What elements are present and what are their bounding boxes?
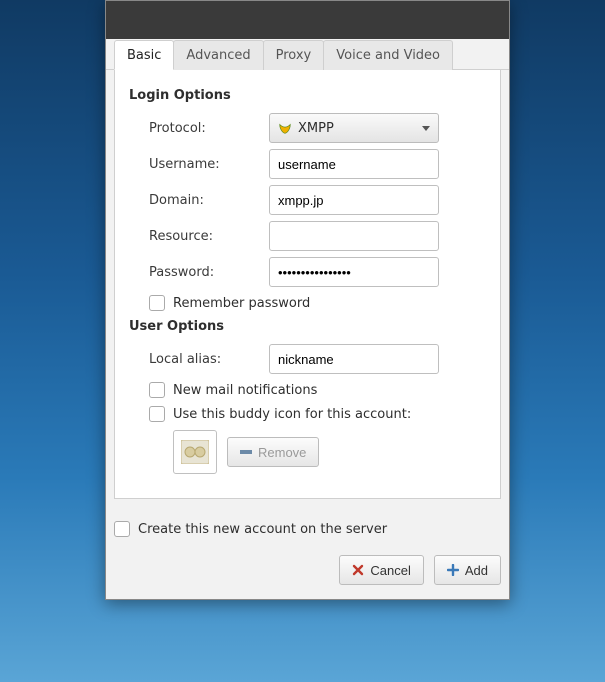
create-on-server-checkbox[interactable]: [114, 521, 130, 537]
resource-input[interactable]: [269, 221, 439, 251]
plus-icon: [447, 564, 459, 576]
remember-password-label: Remember password: [173, 296, 310, 311]
new-mail-label: New mail notifications: [173, 383, 317, 398]
protocol-dropdown[interactable]: XMPP: [269, 113, 439, 143]
account-dialog: Basic Advanced Proxy Voice and Video Log…: [105, 0, 510, 600]
remove-label: Remove: [258, 445, 306, 460]
close-icon: [352, 564, 364, 576]
tab-voice-video[interactable]: Voice and Video: [323, 40, 453, 70]
remove-buddy-icon-button[interactable]: Remove: [227, 437, 319, 467]
buddy-icon-button[interactable]: [173, 430, 217, 474]
protocol-label: Protocol:: [149, 121, 269, 136]
password-input[interactable]: [269, 257, 439, 287]
add-label: Add: [465, 563, 488, 578]
titlebar[interactable]: [106, 1, 509, 39]
tab-basic[interactable]: Basic: [114, 40, 174, 70]
remember-password-checkbox[interactable]: [149, 295, 165, 311]
cancel-button[interactable]: Cancel: [339, 555, 423, 585]
tab-proxy[interactable]: Proxy: [263, 40, 325, 70]
use-buddy-icon-label: Use this buddy icon for this account:: [173, 407, 411, 422]
local-alias-label: Local alias:: [149, 352, 269, 367]
user-options-heading: User Options: [129, 319, 486, 334]
domain-input[interactable]: [269, 185, 439, 215]
login-options-heading: Login Options: [129, 88, 486, 103]
new-mail-checkbox[interactable]: [149, 382, 165, 398]
tab-advanced[interactable]: Advanced: [173, 40, 263, 70]
protocol-value: XMPP: [298, 121, 416, 136]
create-on-server-label: Create this new account on the server: [138, 522, 387, 537]
chevron-down-icon: [422, 126, 430, 131]
password-label: Password:: [149, 265, 269, 280]
username-input[interactable]: [269, 149, 439, 179]
local-alias-input[interactable]: [269, 344, 439, 374]
xmpp-icon: [278, 121, 292, 135]
username-label: Username:: [149, 157, 269, 172]
domain-label: Domain:: [149, 193, 269, 208]
avatar-placeholder-icon: [181, 440, 209, 464]
basic-panel: Login Options Protocol: XMPP Username:: [114, 70, 501, 499]
add-button[interactable]: Add: [434, 555, 501, 585]
minus-icon: [240, 448, 252, 456]
resource-label: Resource:: [149, 229, 269, 244]
cancel-label: Cancel: [370, 563, 410, 578]
tab-bar: Basic Advanced Proxy Voice and Video: [106, 39, 509, 70]
use-buddy-icon-checkbox[interactable]: [149, 406, 165, 422]
